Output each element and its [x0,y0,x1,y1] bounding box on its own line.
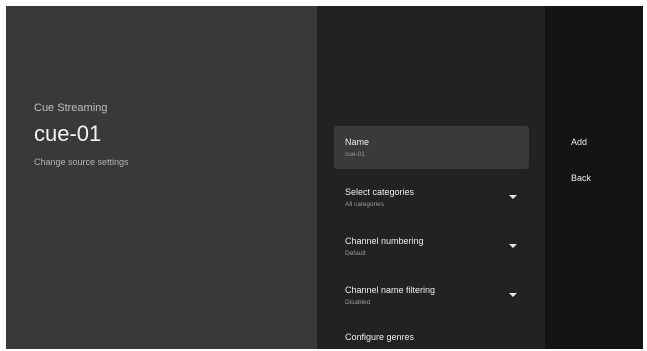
setting-value: cue-01 [345,151,365,158]
setting-label: Channel name filtering [345,285,436,295]
setting-name[interactable]: Name cue-01 [334,126,529,169]
back-button[interactable]: Back [571,173,591,183]
source-type-label: Cue Streaming [34,102,108,114]
setting-value: Disabled [345,299,371,306]
setting-configure-genres[interactable]: Configure genres [334,321,529,349]
setting-label: Channel numbering [345,236,424,246]
setting-label: Name [345,137,370,147]
setting-channel-name-filtering[interactable]: Channel name filtering Disabled [334,274,529,317]
source-description: Change source settings [34,157,129,167]
setting-channel-numbering[interactable]: Channel numbering Default [334,225,529,268]
setting-value: Default [345,250,366,257]
setting-label: Configure genres [345,332,415,342]
chevron-down-icon [509,293,517,297]
chevron-down-icon [509,244,517,248]
chevron-down-icon [509,195,517,199]
actions-pane: Add Back [545,6,643,349]
setting-value: All categories [345,201,385,208]
settings-list: Name cue-01 Select categories All catego… [317,6,545,349]
add-button[interactable]: Add [571,137,587,147]
tv-screen: Cue Streaming cue-01 Change source setti… [6,6,643,349]
setting-select-categories[interactable]: Select categories All categories [334,176,529,219]
info-pane: Cue Streaming cue-01 Change source setti… [6,6,317,349]
setting-label: Select categories [345,187,415,197]
source-title: cue-01 [34,121,102,146]
